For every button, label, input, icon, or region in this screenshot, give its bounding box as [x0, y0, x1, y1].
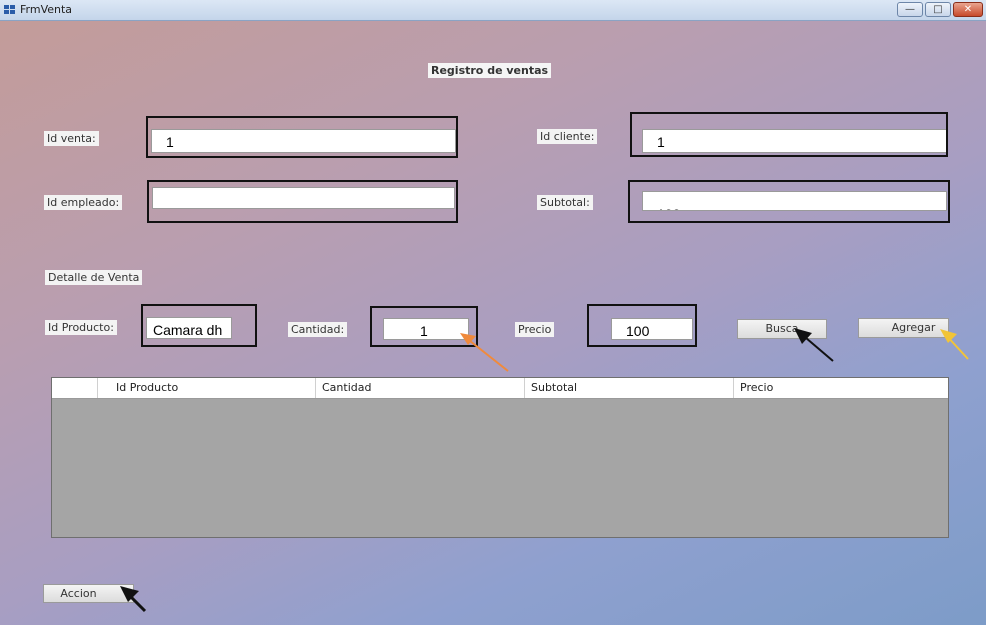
id-empleado-label: Id empleado: [44, 195, 123, 210]
window-title: FrmVenta [20, 3, 73, 16]
precio-label: Precio [515, 322, 555, 337]
maximize-button[interactable]: □ [925, 2, 951, 17]
detalle-data-grid[interactable]: Id Producto Cantidad Subtotal Precio [51, 377, 949, 538]
subtotal-input[interactable]: 100 [642, 191, 947, 211]
detalle-venta-label: Detalle de Venta [45, 270, 143, 285]
id-cliente-input[interactable]: 1 [642, 129, 947, 153]
close-button[interactable]: ✕ [953, 2, 983, 17]
form-heading: Registro de ventas [428, 63, 552, 78]
precio-input[interactable]: 100 [611, 318, 693, 340]
id-producto-input[interactable]: Camara dh [146, 317, 232, 339]
cantidad-label: Cantidad: [288, 322, 348, 337]
minimize-button[interactable]: — [897, 2, 923, 17]
buscar-button[interactable]: Busca [737, 319, 827, 339]
id-venta-label: Id venta: [44, 131, 99, 146]
accion-button[interactable]: Accion [43, 584, 134, 603]
grid-row-header-cell [52, 378, 97, 398]
cantidad-input[interactable]: 1 [383, 318, 469, 340]
id-venta-input[interactable]: 1 [151, 129, 456, 153]
maximize-icon: □ [933, 4, 943, 15]
subtotal-label: Subtotal: [537, 195, 593, 210]
form-client-area: Registro de ventas Id venta: 1 Id client… [0, 21, 986, 625]
id-cliente-label: Id cliente: [537, 129, 598, 144]
title-bar: FrmVenta — □ ✕ [0, 0, 986, 21]
grid-column-cantidad[interactable]: Cantidad [315, 378, 524, 398]
id-empleado-input[interactable]: Gf56 [152, 187, 455, 209]
frm-venta-window: FrmVenta — □ ✕ Registro de ventas Id ven… [0, 0, 986, 625]
close-icon: ✕ [963, 4, 973, 15]
grid-header-row: Id Producto Cantidad Subtotal Precio [52, 378, 948, 399]
grid-column-subtotal[interactable]: Subtotal [524, 378, 733, 398]
app-icon [4, 5, 16, 15]
grid-column-id-producto[interactable]: Id Producto [97, 378, 315, 398]
agregar-button[interactable]: Agregar [858, 318, 949, 338]
grid-column-precio[interactable]: Precio [733, 378, 948, 398]
minimize-icon: — [905, 4, 915, 15]
id-producto-label: Id Producto: [45, 320, 117, 335]
